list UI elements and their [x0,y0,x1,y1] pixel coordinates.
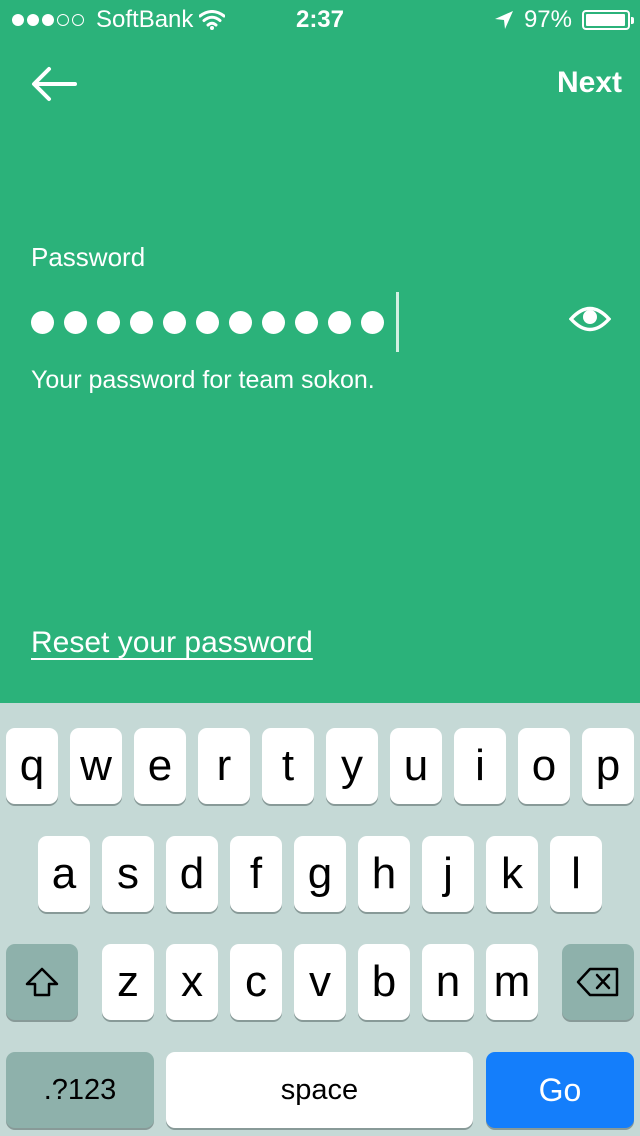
password-dot [361,310,384,334]
delete-key[interactable] [562,944,634,1020]
back-arrow-icon [32,67,77,101]
key-g[interactable]: g [294,836,346,912]
key-m[interactable]: m [486,944,538,1020]
key-p[interactable]: p [582,728,634,804]
password-helper-text: Your password for team sokon. [31,366,375,394]
space-key[interactable]: space [166,1052,473,1128]
go-key[interactable]: Go [486,1052,634,1128]
reset-password-link[interactable]: Reset your password [31,626,313,660]
battery-fill [586,14,625,26]
battery-icon [582,10,634,30]
key-c[interactable]: c [230,944,282,1020]
next-button[interactable]: Next [557,66,622,100]
keyboard: qwertyuiop asdfghjkl zxcvbnm .?123 space… [0,703,640,1136]
key-u[interactable]: u [390,728,442,804]
back-button[interactable] [26,60,82,108]
password-masked-value [31,292,399,352]
key-y[interactable]: y [326,728,378,804]
key-a[interactable]: a [38,836,90,912]
backspace-icon [576,967,619,997]
key-t[interactable]: t [262,728,314,804]
key-w[interactable]: w [70,728,122,804]
password-dot [163,310,186,334]
password-dot [295,310,318,334]
key-l[interactable]: l [550,836,602,912]
key-s[interactable]: s [102,836,154,912]
key-d[interactable]: d [166,836,218,912]
status-right: 97% [494,6,634,34]
password-dot [229,310,252,334]
location-arrow-icon [494,11,513,29]
shift-key[interactable] [6,944,78,1020]
password-dot [328,310,351,334]
key-h[interactable]: h [358,836,410,912]
key-b[interactable]: b [358,944,410,1020]
key-q[interactable]: q [6,728,58,804]
shift-icon [25,967,59,997]
password-dot [97,310,120,334]
battery-nub [631,17,634,24]
password-dot [64,310,87,334]
eye-icon[interactable] [569,304,611,334]
text-caret [396,292,399,352]
key-e[interactable]: e [134,728,186,804]
status-bar: SoftBank 2:37 97% [0,0,640,40]
password-dot [262,310,285,334]
password-field[interactable] [31,292,611,352]
password-dot [130,310,153,334]
numbers-key[interactable]: .?123 [6,1052,154,1128]
password-label: Password [31,242,146,272]
password-dot [196,310,219,334]
key-i[interactable]: i [454,728,506,804]
key-n[interactable]: n [422,944,474,1020]
key-r[interactable]: r [198,728,250,804]
battery-percent: 97% [523,6,572,33]
key-f[interactable]: f [230,836,282,912]
password-dot [31,310,54,334]
key-k[interactable]: k [486,836,538,912]
key-z[interactable]: z [102,944,154,1020]
key-v[interactable]: v [294,944,346,1020]
key-x[interactable]: x [166,944,218,1020]
key-o[interactable]: o [518,728,570,804]
key-j[interactable]: j [422,836,474,912]
